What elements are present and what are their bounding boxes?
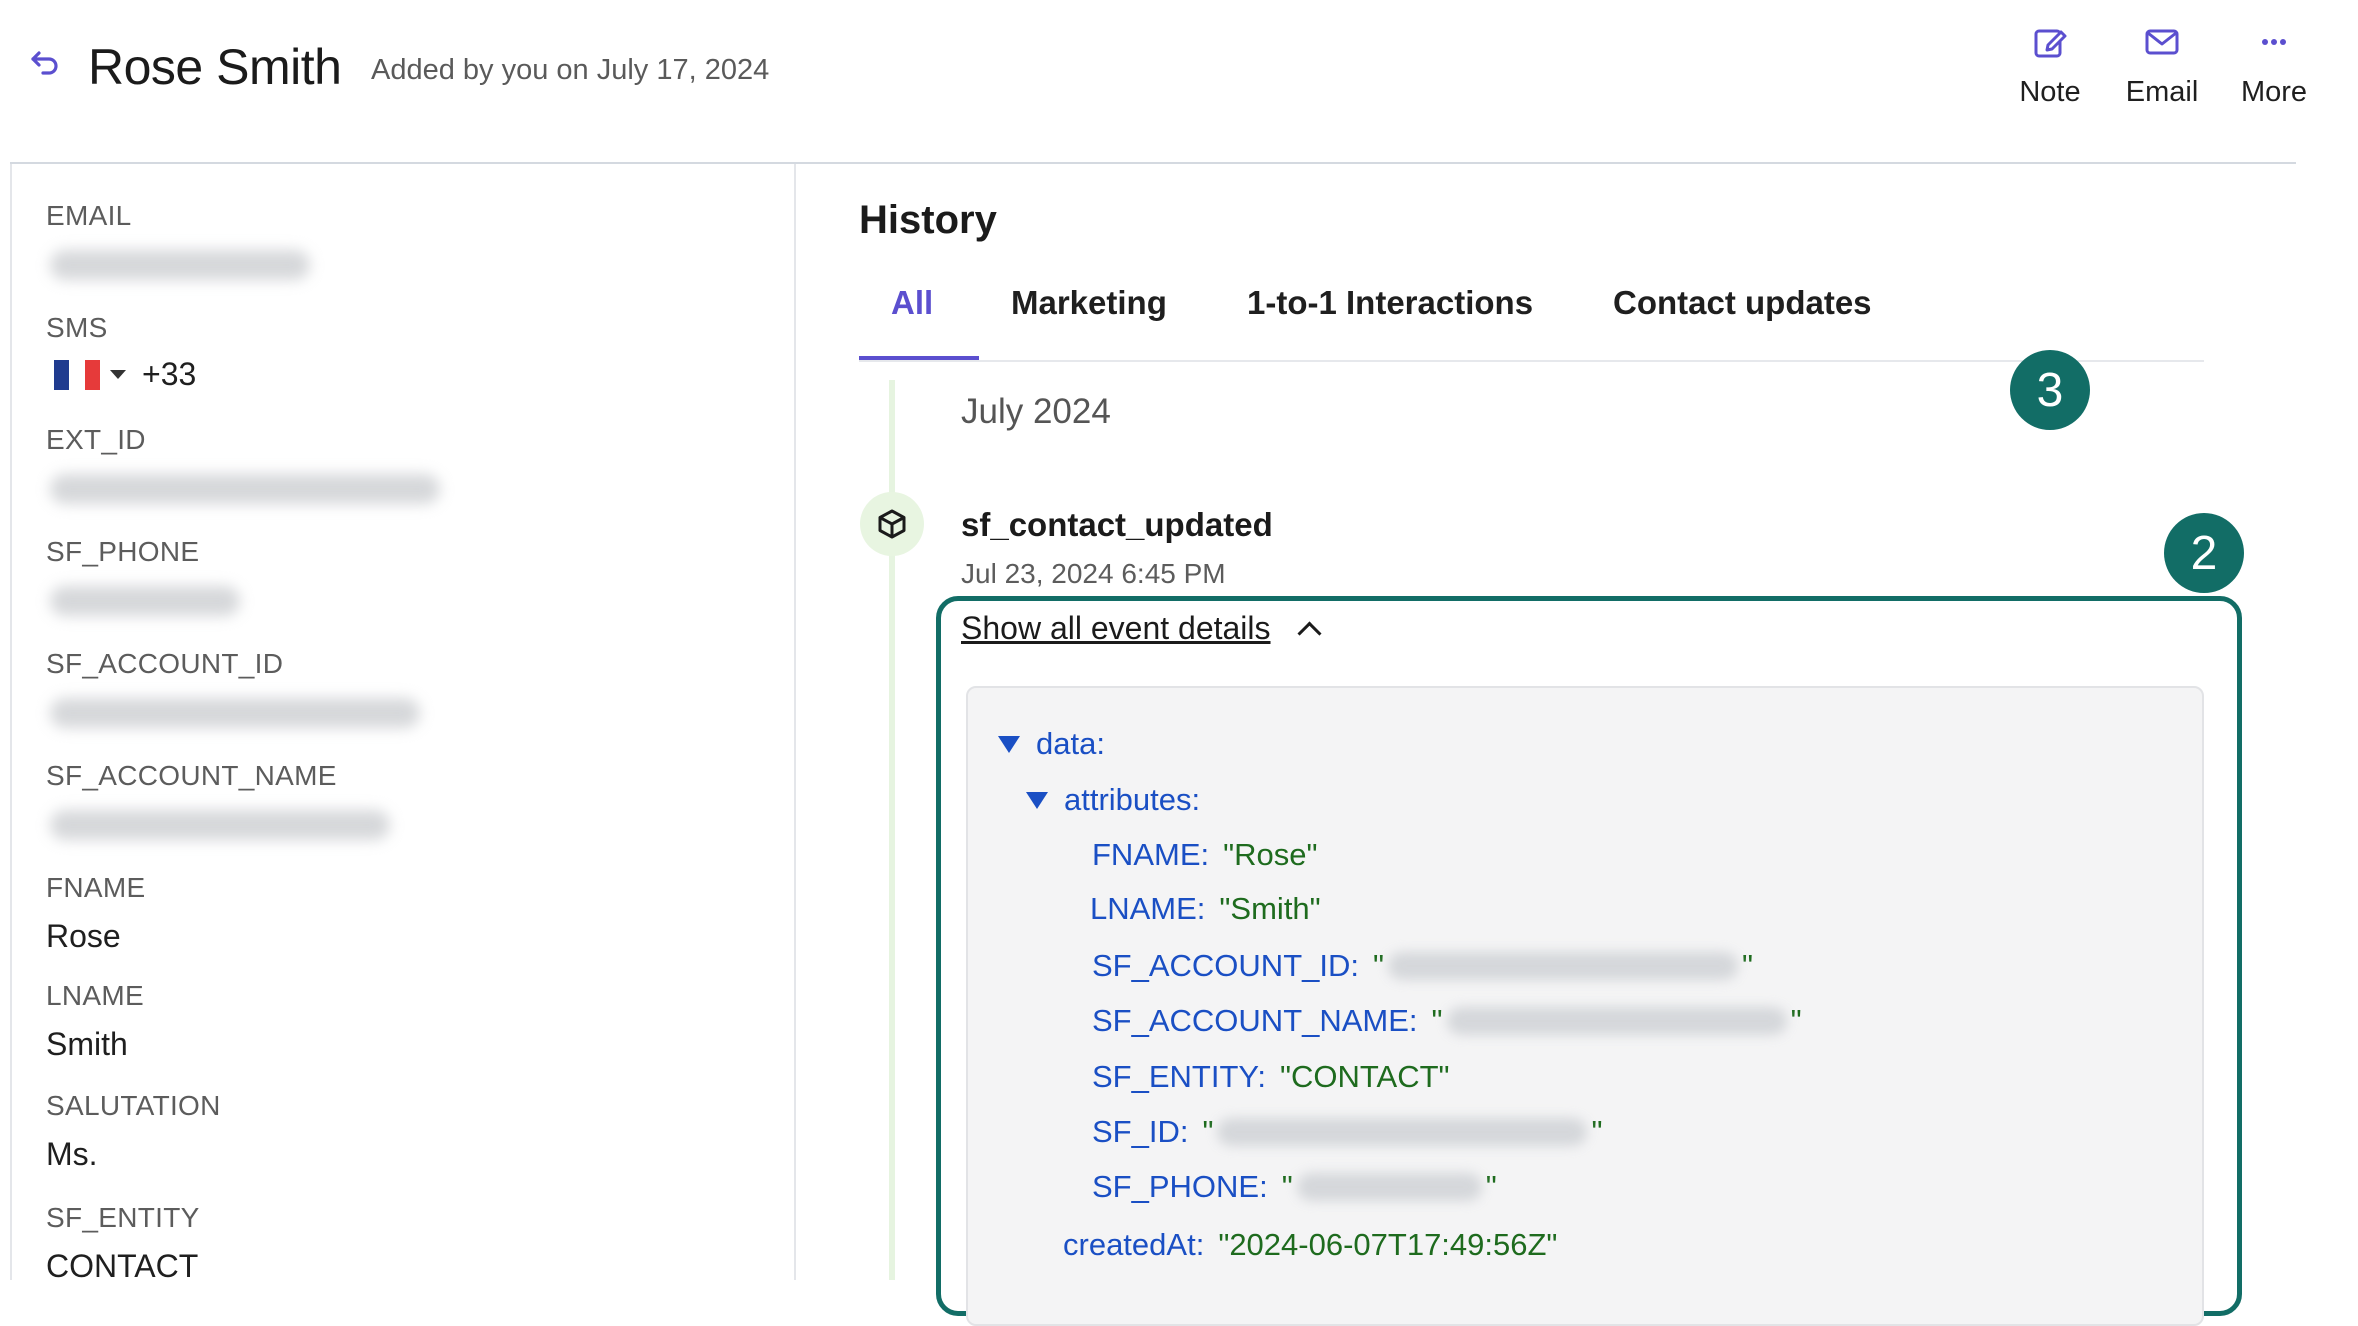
attr-sf-entity-label: SF_ENTITY: [46, 1202, 200, 1233]
attr-ext-id: EXT_ID: [46, 424, 440, 504]
tree-sf-account-name-key: SF_ACCOUNT_NAME:: [1092, 1003, 1418, 1038]
show-all-event-details-link[interactable]: Show all event details: [961, 610, 1322, 647]
attr-fname-label: FNAME: [46, 872, 146, 903]
attr-sf-account-name-label: SF_ACCOUNT_NAME: [46, 760, 337, 791]
tree-lname-row: LNAME: "Smith": [1090, 891, 1321, 927]
tree-created-at-key: createdAt:: [1063, 1227, 1205, 1262]
contact-name: Rose Smith: [88, 39, 342, 95]
history-tabs: All Marketing 1-to-1 Interactions Contac…: [859, 272, 2204, 362]
tree-data-key: data:: [1036, 726, 1105, 761]
expand-triangle-icon[interactable]: [1026, 791, 1048, 809]
attr-sf-entity: SF_ENTITY CONTACT: [46, 1202, 200, 1285]
tree-sf-phone-row: SF_PHONE: " ": [1092, 1169, 1497, 1205]
email-label: Email: [2125, 76, 2199, 108]
edit-icon: [2034, 29, 2067, 58]
tree-fname-row: FNAME: "Rose": [1092, 837, 1318, 873]
chevron-down-icon: [110, 370, 126, 379]
attr-sf-phone: SF_PHONE: [46, 536, 240, 616]
tree-sf-entity-key: SF_ENTITY:: [1092, 1059, 1266, 1094]
tab-marketing[interactable]: Marketing: [1011, 284, 1167, 322]
tree-sf-id-key: SF_ID:: [1092, 1114, 1189, 1149]
attr-email-label: EMAIL: [46, 200, 132, 231]
tree-created-at-row: createdAt: "2024-06-07T17:49:56Z": [1063, 1227, 1557, 1263]
month-label: July 2024: [961, 392, 1111, 431]
more-label: More: [2240, 76, 2308, 108]
header-actions: Note Email More: [2014, 22, 2310, 109]
tree-data-node[interactable]: data:: [998, 726, 1105, 762]
redacted-sf-phone-value: [50, 586, 240, 616]
tab-1-to-1-interactions[interactable]: 1-to-1 Interactions: [1247, 284, 1533, 322]
attr-sms-label: SMS: [46, 312, 108, 343]
tree-sf-entity-value: "CONTACT": [1279, 1059, 1450, 1094]
attr-lname: LNAME Smith: [46, 980, 144, 1063]
attributes-panel: EMAIL SMS +33 EXT_ID SF_PHONE SF_ACCOUNT…: [10, 164, 796, 1284]
tree-attributes-node[interactable]: attributes:: [1026, 782, 1200, 818]
tab-all[interactable]: All: [891, 284, 933, 322]
tree-sf-account-name-value: " ": [1431, 1003, 1802, 1038]
redacted-value: [1388, 952, 1738, 980]
mail-icon: [2145, 29, 2179, 55]
tab-contact-updates[interactable]: Contact updates: [1613, 284, 1872, 322]
note-label: Note: [2019, 76, 2081, 108]
redacted-value: [1217, 1118, 1588, 1146]
chevron-up-icon: [1296, 621, 1322, 646]
attr-lname-value: Smith: [46, 1026, 128, 1062]
attr-sf-account-name: SF_ACCOUNT_NAME: [46, 760, 390, 840]
attr-fname: FNAME Rose: [46, 872, 146, 955]
callout-badge-3: 3: [2010, 350, 2090, 430]
tree-lname-key: LNAME:: [1090, 891, 1206, 926]
attr-salutation-value: Ms.: [46, 1136, 98, 1172]
attr-sf-entity-value: CONTACT: [46, 1248, 199, 1284]
tree-fname-value: "Rose": [1223, 837, 1318, 872]
event-name: sf_contact_updated: [961, 506, 1273, 543]
redacted-value: [1296, 1173, 1482, 1201]
tree-sf-account-name-row: SF_ACCOUNT_NAME: " ": [1092, 1003, 1802, 1039]
more-dots-icon: [2262, 39, 2286, 45]
attr-ext-id-label: EXT_ID: [46, 424, 146, 455]
france-flag-icon: [54, 359, 100, 390]
tree-created-at-value: "2024-06-07T17:49:56Z": [1218, 1227, 1558, 1262]
more-button[interactable]: More: [2238, 22, 2310, 109]
redacted-value: [1446, 1007, 1787, 1035]
sms-country-code: +33: [142, 356, 197, 392]
tree-attributes-key: attributes:: [1064, 782, 1201, 817]
sms-country-selector[interactable]: +33: [46, 356, 196, 393]
tree-lname-value: "Smith": [1219, 891, 1321, 926]
tree-sf-id-value: " ": [1202, 1114, 1603, 1149]
active-tab-indicator: [859, 356, 979, 360]
tree-sf-phone-key: SF_PHONE:: [1092, 1169, 1268, 1204]
tree-sf-account-id-row: SF_ACCOUNT_ID: " ": [1092, 948, 1753, 984]
attr-salutation-label: SALUTATION: [46, 1090, 221, 1121]
email-button[interactable]: Email: [2126, 22, 2198, 109]
attr-email: EMAIL: [46, 200, 310, 280]
redacted-email-value: [50, 250, 310, 280]
redacted-ext-id-value: [50, 474, 440, 504]
tree-sf-id-row: SF_ID: " ": [1092, 1114, 1603, 1150]
event-icon-badge: [860, 492, 924, 556]
event-time: Jul 23, 2024 6:45 PM: [961, 558, 1226, 589]
expand-triangle-icon[interactable]: [998, 735, 1020, 753]
tree-sf-account-id-value: " ": [1372, 948, 1754, 983]
history-title: History: [859, 198, 997, 242]
note-button[interactable]: Note: [2014, 22, 2086, 109]
attr-salutation: SALUTATION Ms.: [46, 1090, 221, 1173]
attr-sf-account-id: SF_ACCOUNT_ID: [46, 648, 420, 728]
attr-fname-value: Rose: [46, 918, 121, 954]
cube-icon: [878, 509, 906, 539]
added-by-text: Added by you on July 17, 2024: [371, 54, 770, 86]
tree-sf-phone-value: " ": [1281, 1169, 1497, 1204]
callout-badge-2: 2: [2164, 513, 2244, 593]
back-button[interactable]: [26, 44, 66, 84]
tree-sf-account-id-key: SF_ACCOUNT_ID:: [1092, 948, 1359, 983]
attr-sms: SMS +33: [46, 312, 196, 393]
tree-fname-key: FNAME:: [1092, 837, 1210, 872]
attr-sf-account-id-label: SF_ACCOUNT_ID: [46, 648, 284, 679]
redacted-sf-account-name-value: [50, 810, 390, 840]
tree-sf-entity-row: SF_ENTITY: "CONTACT": [1092, 1059, 1450, 1095]
attr-lname-label: LNAME: [46, 980, 144, 1011]
attr-sf-phone-label: SF_PHONE: [46, 536, 200, 567]
redacted-sf-account-id-value: [50, 698, 420, 728]
undo-arrow-icon: [31, 51, 58, 75]
show-details-label: Show all event details: [961, 610, 1271, 646]
